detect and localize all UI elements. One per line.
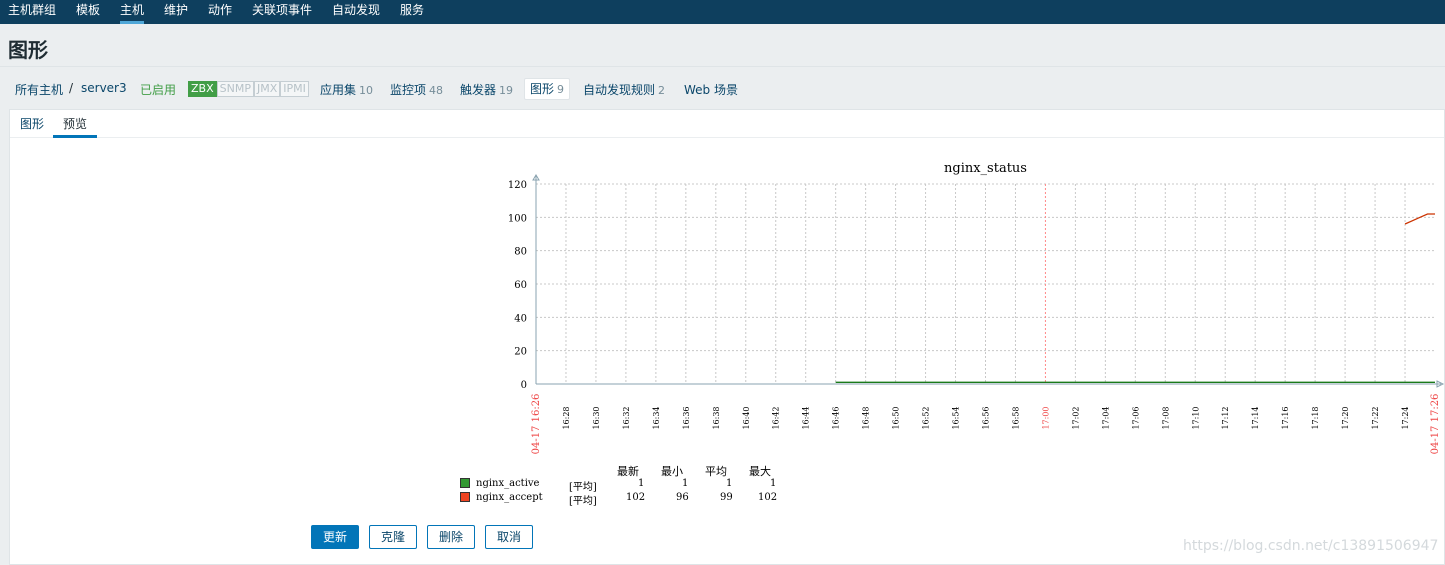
x-tick-label: 17:02 — [1071, 406, 1080, 429]
x-tick-label: 16:54 — [952, 406, 961, 429]
update-button[interactable]: 更新 — [311, 525, 359, 549]
legend-avg: 99 — [720, 492, 733, 503]
watermark: https://blog.csdn.net/c13891506947 — [1183, 538, 1439, 554]
y-tick-label: 20 — [514, 347, 527, 358]
x-tick-label: 17:00 — [1041, 406, 1050, 429]
x-tick-label: 16:42 — [772, 406, 781, 429]
x-tick-label: 16:44 — [802, 406, 811, 429]
legend-last: 1 — [638, 478, 645, 489]
x-tick-label: 16:50 — [892, 406, 901, 429]
x-tick-label: 16:40 — [742, 406, 751, 429]
x-tick-label: 16:36 — [682, 406, 691, 429]
legend-swatch — [460, 492, 470, 502]
legend-function: [平均] — [569, 496, 597, 507]
x-tick-label: 16:58 — [1011, 406, 1020, 429]
legend-header-max: 最大 — [749, 465, 771, 478]
x-tick-label: 17:16 — [1281, 406, 1290, 429]
x-tick-label: 16:32 — [622, 406, 631, 429]
y-tick-label: 40 — [514, 313, 527, 324]
x-tick-label: 16:30 — [592, 406, 601, 429]
chart-title: nginx_status — [944, 161, 1027, 176]
x-tick-label: 16:28 — [562, 406, 571, 429]
legend-avg: 1 — [726, 478, 733, 489]
x-tick-label: 17:12 — [1221, 406, 1230, 429]
legend-series-name: nginx_accept — [476, 492, 543, 503]
legend-function: [平均] — [569, 482, 597, 493]
y-tick-label: 80 — [514, 247, 527, 258]
x-tick-label: 16:56 — [982, 406, 991, 429]
x-tick-label: 16:38 — [712, 406, 721, 429]
x-tick-label: 17:24 — [1401, 406, 1410, 429]
x-tick-label: 16:46 — [832, 406, 841, 429]
x-end-label: 04-17 17:26 — [1430, 394, 1441, 455]
cancel-button[interactable]: 取消 — [485, 525, 533, 549]
graph-preview-chart: nginx_status 0 20 40 60 80 100 120 16:28 16:30 16:… — [508, 161, 1445, 455]
x-tick-label: 17:18 — [1311, 406, 1320, 429]
legend-header-min: 最小 — [661, 465, 683, 478]
legend-min: 1 — [682, 478, 689, 489]
delete-button[interactable]: 删除 — [427, 525, 475, 549]
y-tick-label: 100 — [508, 213, 527, 224]
x-tick-label: 17:14 — [1251, 406, 1260, 429]
y-tick-label: 60 — [514, 280, 527, 291]
legend-max: 102 — [758, 492, 778, 503]
x-tick-label: 16:48 — [862, 406, 871, 429]
x-tick-label: 17:06 — [1131, 406, 1140, 429]
series-line-nginx-accept — [1404, 213, 1435, 225]
x-start-label: 04-17 16:26 — [531, 394, 542, 455]
legend-header-last: 最新 — [617, 465, 639, 478]
x-tick-label: 17:22 — [1371, 406, 1380, 429]
legend-max: 1 — [770, 478, 777, 489]
legend-header-avg: 平均 — [705, 465, 727, 478]
y-tick-label: 120 — [508, 180, 527, 191]
x-tick-label: 17:10 — [1191, 406, 1200, 429]
legend-series-name: nginx_active — [476, 478, 540, 489]
clone-button[interactable]: 克隆 — [369, 525, 417, 549]
y-tick-label: 0 — [521, 380, 527, 391]
legend-last: 102 — [626, 492, 646, 503]
x-tick-label: 17:20 — [1341, 406, 1350, 429]
x-tick-label: 17:08 — [1161, 406, 1170, 429]
legend-swatch — [460, 478, 470, 488]
x-tick-label: 16:34 — [652, 406, 661, 429]
x-tick-label: 17:04 — [1101, 406, 1110, 429]
x-tick-label: 16:52 — [922, 406, 931, 429]
legend-min: 96 — [676, 492, 689, 503]
